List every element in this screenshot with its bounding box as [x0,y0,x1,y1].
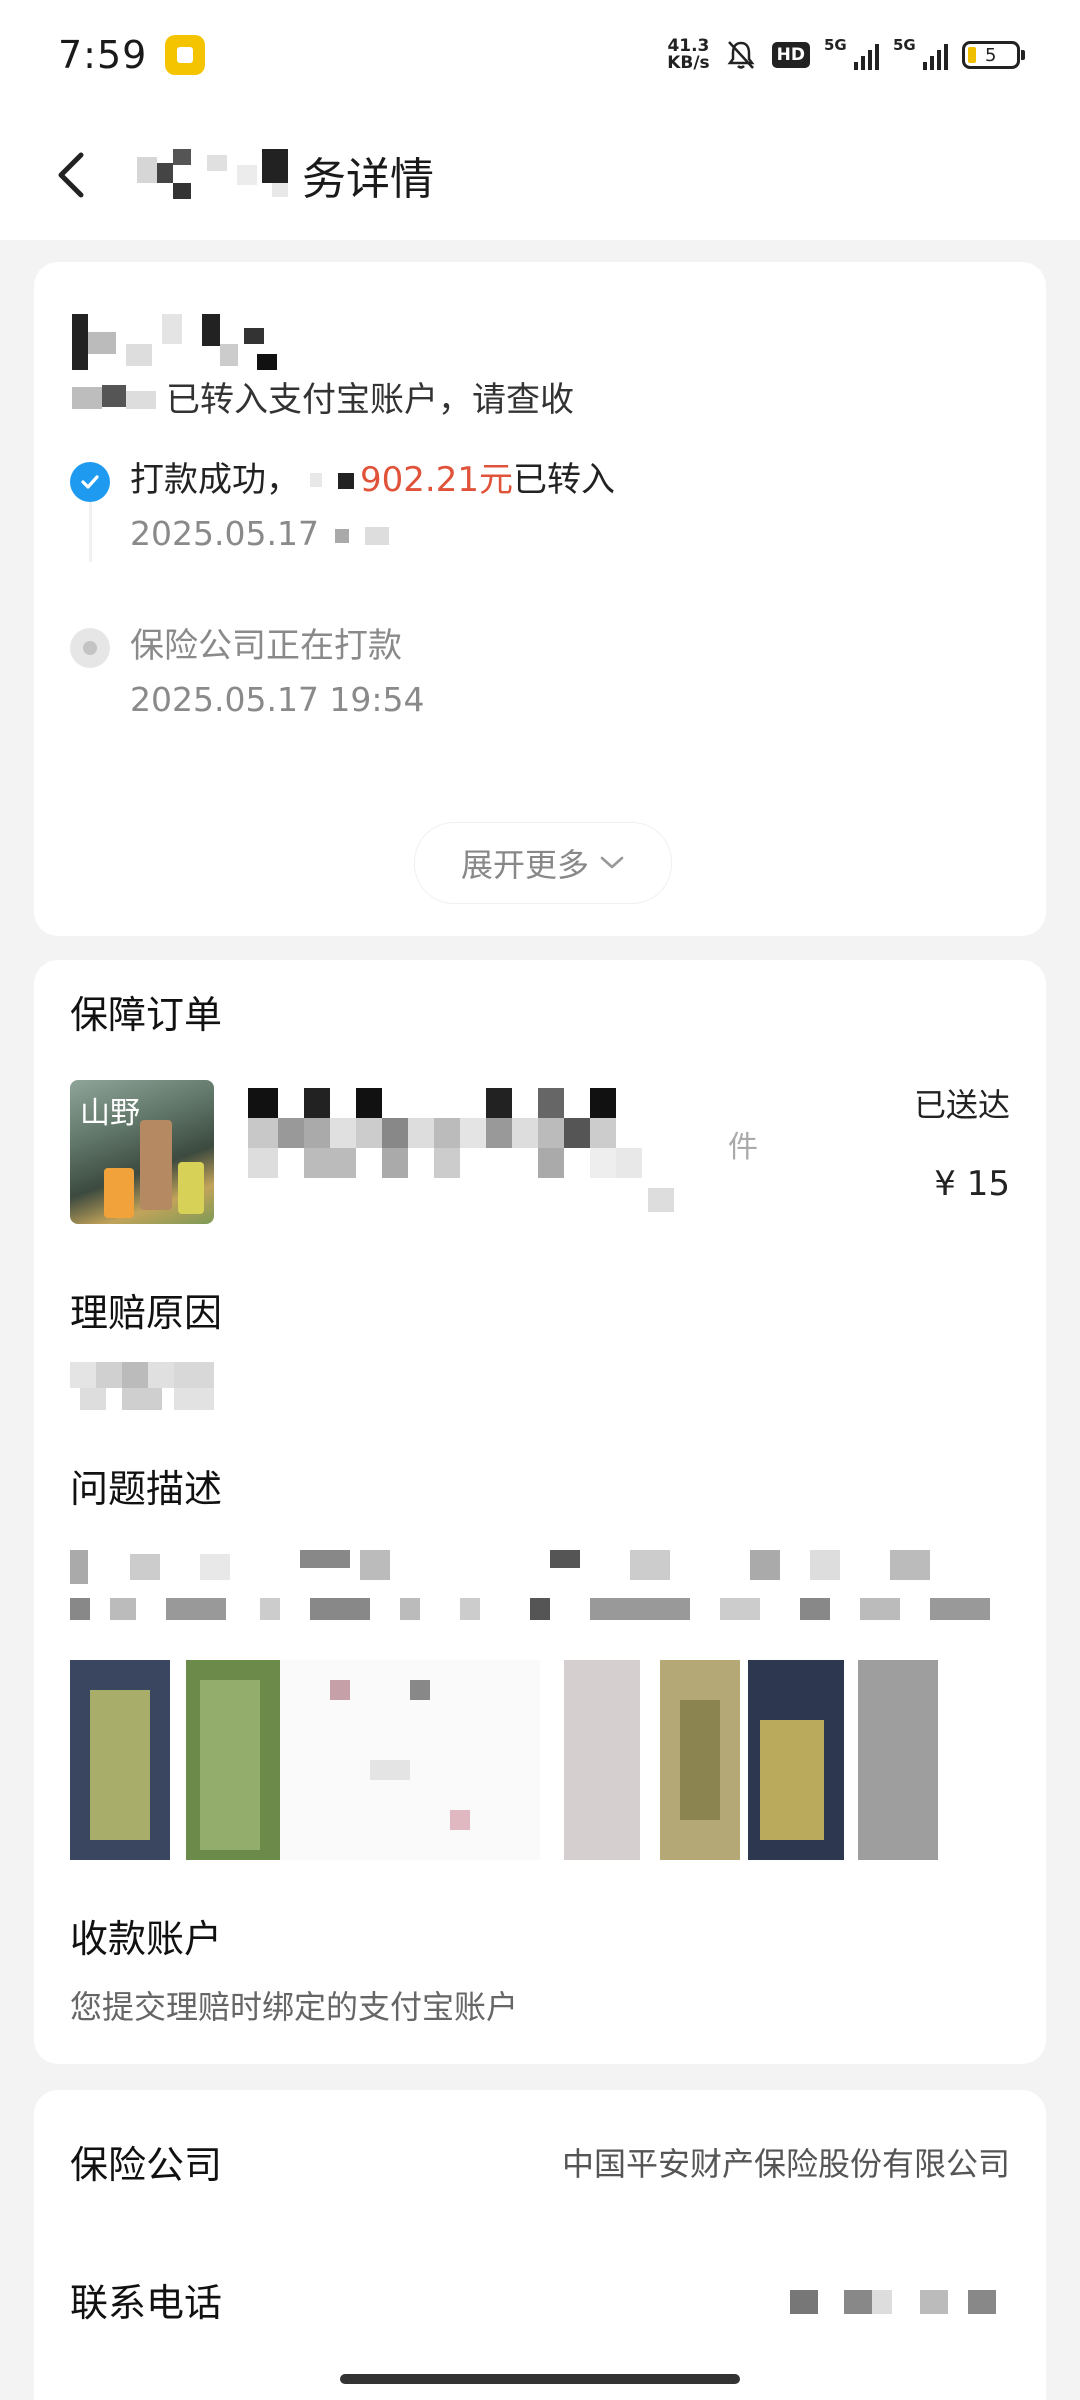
back-icon[interactable] [35,140,105,210]
page-title: 务详情 [137,143,434,207]
signal-icon-1: 5G [824,36,879,70]
paid-amount: 902.21元 [360,460,513,500]
status-bar: 7:59 41.3 KB/s HD 5G 5G 5 [0,0,1080,110]
redacted-phone-mosaic [790,2289,996,2314]
contact-phone-label: 联系电话 [70,2281,223,2325]
paid-date: 2025.05.17 [130,514,319,553]
claim-detail-card: 保障订单 山野 件 已送达 ¥ 15 理赔原因 问题描述 收款账户 您提交理赔时… [34,960,1046,2064]
notification-app-icon [165,35,206,75]
payout-progress-card: 已转入支付宝账户，请查收 打款成功， 902.21元已转入 2025.05.17 … [34,262,1046,936]
paid-suffix: 已转入 [512,460,615,500]
timeline-step-paying: 保险公司正在打款 2025.05.17 19:54 [70,620,425,728]
delivery-status: 已送达 [913,1086,1010,1124]
hd-voice-badge: HD [771,42,810,68]
insurer-company-label: 保险公司 [70,2143,223,2187]
redacted-subline-mosaic [72,384,156,409]
chevron-down-icon [600,856,624,869]
claim-photos-mosaic[interactable] [70,1660,1010,1860]
problem-description-title: 问题描述 [70,1467,223,1511]
network-type-2: 5G [893,36,916,54]
battery-icon: 5 [962,41,1025,69]
network-type-1: 5G [824,36,847,54]
pending-dot-icon [70,628,110,668]
receiving-account-desc: 您提交理赔时绑定的支付宝账户 [70,1988,519,2026]
redacted-order-name-mosaic [248,1088,674,1212]
payout-subline-text: 已转入支付宝账户，请查收 [166,380,574,420]
expand-more-label: 展开更多 [460,846,589,884]
timeline-step-paid: 打款成功， 902.21元已转入 2025.05.17 [70,454,615,562]
claim-reason-title: 理赔原因 [70,1291,223,1335]
paying-status: 保险公司正在打款 [130,626,402,666]
insurer-company-value: 中国平安财产保险股份有限公司 [561,2144,1010,2183]
page-title-text: 务详情 [302,154,434,205]
order-section-title: 保障订单 [70,993,223,1037]
insurer-company-row: 保险公司 中国平安财产保险股份有限公司 [70,2134,1010,2189]
signal-icon-2: 5G [893,36,948,70]
thumb-brand-text: 山野 [80,1096,140,1131]
paid-date-line: 2025.05.17 [130,506,615,562]
check-circle-icon [70,462,110,502]
home-indicator[interactable] [340,2374,740,2384]
order-price: ¥ 15 [934,1164,1010,1204]
paying-date: 2025.05.17 19:54 [130,680,425,719]
clock: 7:59 [58,33,148,77]
paid-status-line: 打款成功， 902.21元已转入 [130,454,615,506]
expand-more-button[interactable]: 展开更多 [414,822,672,904]
product-thumbnail[interactable]: 山野 [70,1080,214,1224]
redacted-heading-mosaic [72,314,277,370]
receiving-account-title: 收款账户 [70,1917,223,1961]
status-right: 41.3 KB/s HD 5G 5G 5 [667,36,1025,72]
contact-phone-row[interactable]: 联系电话 [70,2272,1010,2327]
paid-prefix: 打款成功， [130,460,300,500]
redacted-description-mosaic [70,1550,990,1620]
nav-bar: 务详情 [0,110,1080,240]
insurer-info-card: 保险公司 中国平安财产保险股份有限公司 联系电话 [34,2090,1046,2400]
network-speed: 41.3 KB/s [667,38,709,72]
speed-unit: KB/s [667,53,710,73]
battery-level: 5 [985,44,997,66]
redacted-amount-mosaic [310,472,354,489]
order-name-suffix: 件 [728,1130,758,1165]
redacted-title-mosaic [137,149,288,199]
mute-bell-icon [727,41,755,69]
payout-subline: 已转入支付宝账户，请查收 [72,372,574,421]
redacted-claim-reason-mosaic [70,1362,214,1410]
redacted-time-mosaic [335,526,390,545]
status-left: 7:59 [58,33,206,77]
